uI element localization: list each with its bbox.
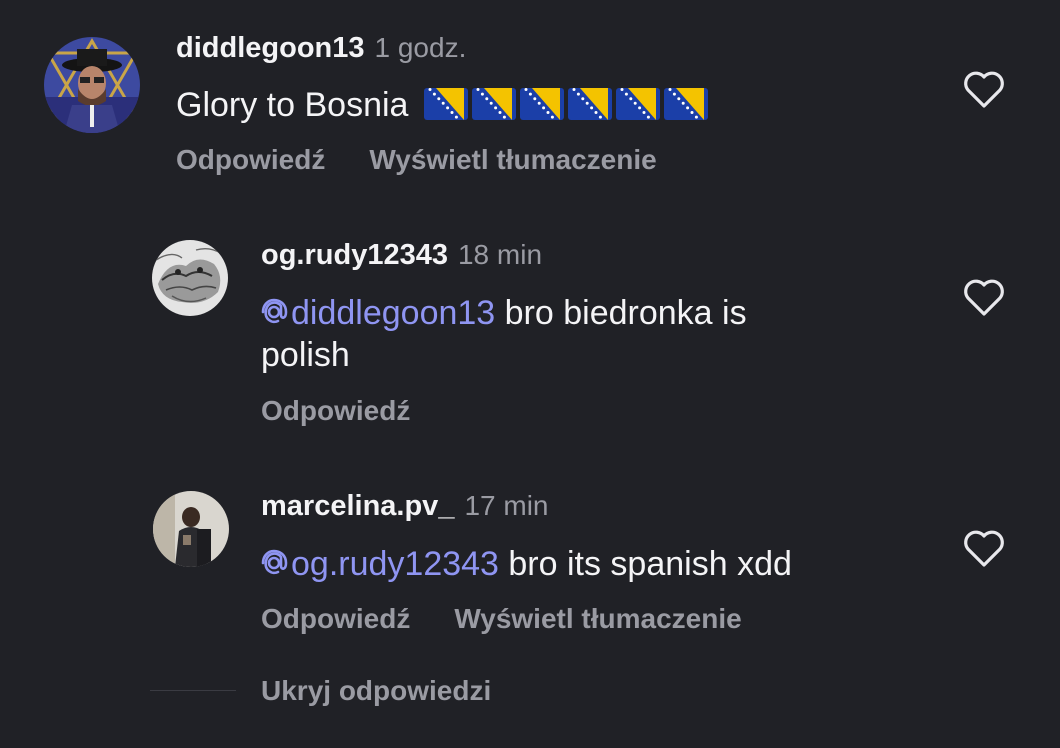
comment-body-line2: polish (261, 336, 350, 374)
bosnia-flag-icon (567, 88, 612, 120)
reply-button[interactable]: Odpowiedź (261, 603, 410, 634)
heart-icon[interactable] (963, 529, 1005, 574)
bosnia-flag-icon (423, 88, 468, 120)
timestamp: 18 min (457, 239, 543, 270)
timestamp: 1 godz. (374, 32, 467, 63)
comment-body: bro biedronka is (495, 294, 747, 332)
heart-icon[interactable] (963, 70, 1005, 115)
bosnia-flag-icon (615, 88, 660, 120)
heart-icon[interactable] (963, 278, 1005, 323)
comment-text: diddlegoon13 bro biedronka is polish (261, 292, 747, 376)
comment-body: Glory to Bosnia (176, 86, 409, 124)
comment-text: Glory to Bosnia (176, 84, 712, 126)
comment-body: bro its spanish xdd (498, 545, 792, 583)
threads-at-icon (261, 298, 288, 324)
bosnia-flag-icon (663, 88, 708, 120)
username[interactable]: marcelina.pv_ (261, 490, 454, 522)
comment-actions: Odpowiedź Wyświetl tłumaczenie (261, 603, 742, 635)
mention-link[interactable]: og.rudy12343 (261, 545, 499, 583)
comment-actions: Odpowiedź (261, 395, 410, 427)
username[interactable]: diddlegoon13 (176, 32, 365, 64)
thread-divider (150, 690, 236, 691)
translate-button[interactable]: Wyświetl tłumaczenie (369, 144, 656, 175)
comment-header: diddlegoon13 1 godz. (176, 32, 466, 65)
comment-text: og.rudy12343 bro its spanish xdd (261, 543, 792, 585)
avatar[interactable] (153, 491, 229, 567)
reply-button[interactable]: Odpowiedź (176, 144, 325, 175)
comment-actions: Odpowiedź Wyświetl tłumaczenie (176, 144, 657, 176)
mention-link[interactable]: diddlegoon13 (261, 294, 495, 332)
bosnia-flag-icon (471, 88, 516, 120)
reply-button[interactable]: Odpowiedź (261, 395, 410, 426)
threads-at-icon (261, 549, 288, 575)
avatar[interactable] (152, 240, 228, 316)
bosnia-flag-icon (519, 88, 564, 120)
timestamp: 17 min (464, 490, 549, 521)
flags (423, 86, 712, 124)
comment-header: og.rudy12343 18 min (261, 239, 542, 272)
hide-replies-button[interactable]: Ukryj odpowiedzi (261, 675, 491, 707)
username[interactable]: og.rudy12343 (261, 239, 448, 271)
comment-header: marcelina.pv_ 17 min (261, 490, 549, 523)
translate-button[interactable]: Wyświetl tłumaczenie (454, 603, 741, 634)
avatar[interactable] (44, 37, 140, 133)
